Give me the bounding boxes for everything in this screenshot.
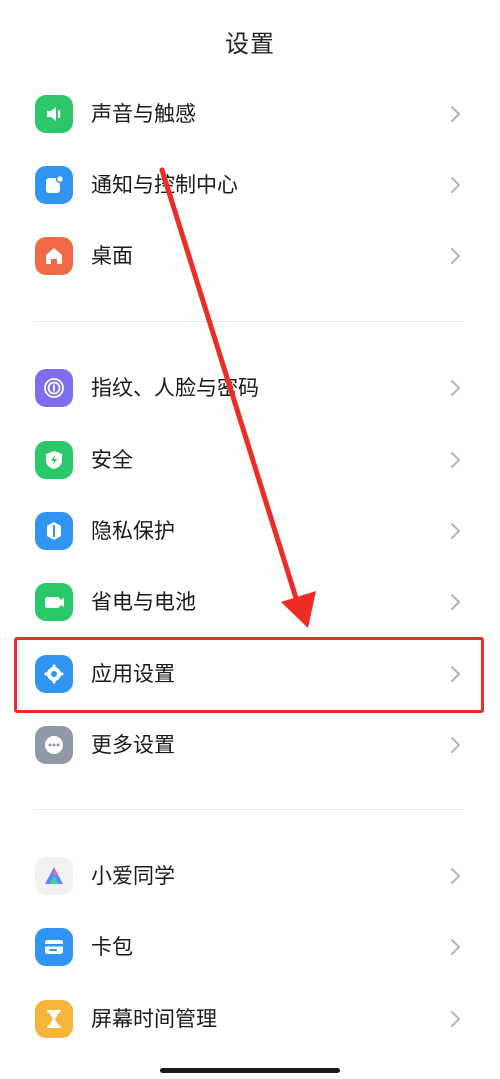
settings-item-wallet[interactable]: 卡包	[0, 911, 500, 983]
chevron-right-icon	[451, 868, 460, 884]
battery-icon	[35, 583, 73, 621]
settings-item-label: 通知与控制中心	[91, 173, 238, 197]
settings-item-desktop[interactable]: 桌面	[0, 220, 500, 292]
chevron-right-icon	[451, 594, 460, 610]
chevron-right-icon	[451, 248, 460, 264]
settings-item-more[interactable]: 更多设置	[0, 709, 500, 781]
settings-item-xiaoai[interactable]: 小爱同学	[0, 840, 500, 912]
settings-item-privacy[interactable]: 隐私保护	[0, 495, 500, 567]
chevron-right-icon	[451, 737, 460, 753]
notification-icon	[35, 166, 73, 204]
shield-bolt-icon	[35, 441, 73, 479]
settings-item-label: 省电与电池	[91, 590, 196, 614]
settings-item-notification[interactable]: 通知与控制中心	[0, 149, 500, 221]
settings-item-battery[interactable]: 省电与电池	[0, 566, 500, 638]
highlight-box	[14, 637, 484, 713]
settings-item-label: 指纹、人脸与密码	[91, 376, 259, 400]
settings-item-security[interactable]: 安全	[0, 424, 500, 496]
chevron-right-icon	[451, 939, 460, 955]
home-indicator[interactable]	[160, 1068, 340, 1073]
settings-item-label: 隐私保护	[91, 519, 175, 543]
speaker-icon	[35, 95, 73, 133]
settings-item-sound[interactable]: 声音与触感	[0, 78, 500, 150]
chevron-right-icon	[451, 1011, 460, 1027]
settings-item-label: 更多设置	[91, 733, 175, 757]
settings-item-label: 小爱同学	[91, 864, 175, 888]
fingerprint-icon	[35, 369, 73, 407]
settings-item-label: 屏幕时间管理	[91, 1007, 217, 1031]
settings-item-label: 安全	[91, 448, 133, 472]
home-icon	[35, 237, 73, 275]
header: 设置	[0, 0, 500, 80]
chevron-right-icon	[451, 452, 460, 468]
xiaoai-icon	[35, 857, 73, 895]
hourglass-icon	[35, 1000, 73, 1038]
chevron-right-icon	[451, 380, 460, 396]
page-title: 设置	[225, 30, 275, 58]
section-divider	[36, 321, 464, 322]
wallet-icon	[35, 928, 73, 966]
privacy-icon	[35, 512, 73, 550]
more-dots-icon	[35, 726, 73, 764]
chevron-right-icon	[451, 523, 460, 539]
chevron-right-icon	[451, 177, 460, 193]
settings-item-screen-time[interactable]: 屏幕时间管理	[0, 983, 500, 1055]
settings-item-fingerprint[interactable]: 指纹、人脸与密码	[0, 352, 500, 424]
chevron-right-icon	[451, 106, 460, 122]
settings-item-label: 声音与触感	[91, 102, 196, 126]
section-divider	[36, 809, 464, 810]
settings-item-label: 卡包	[91, 935, 133, 959]
settings-item-label: 桌面	[91, 244, 133, 268]
